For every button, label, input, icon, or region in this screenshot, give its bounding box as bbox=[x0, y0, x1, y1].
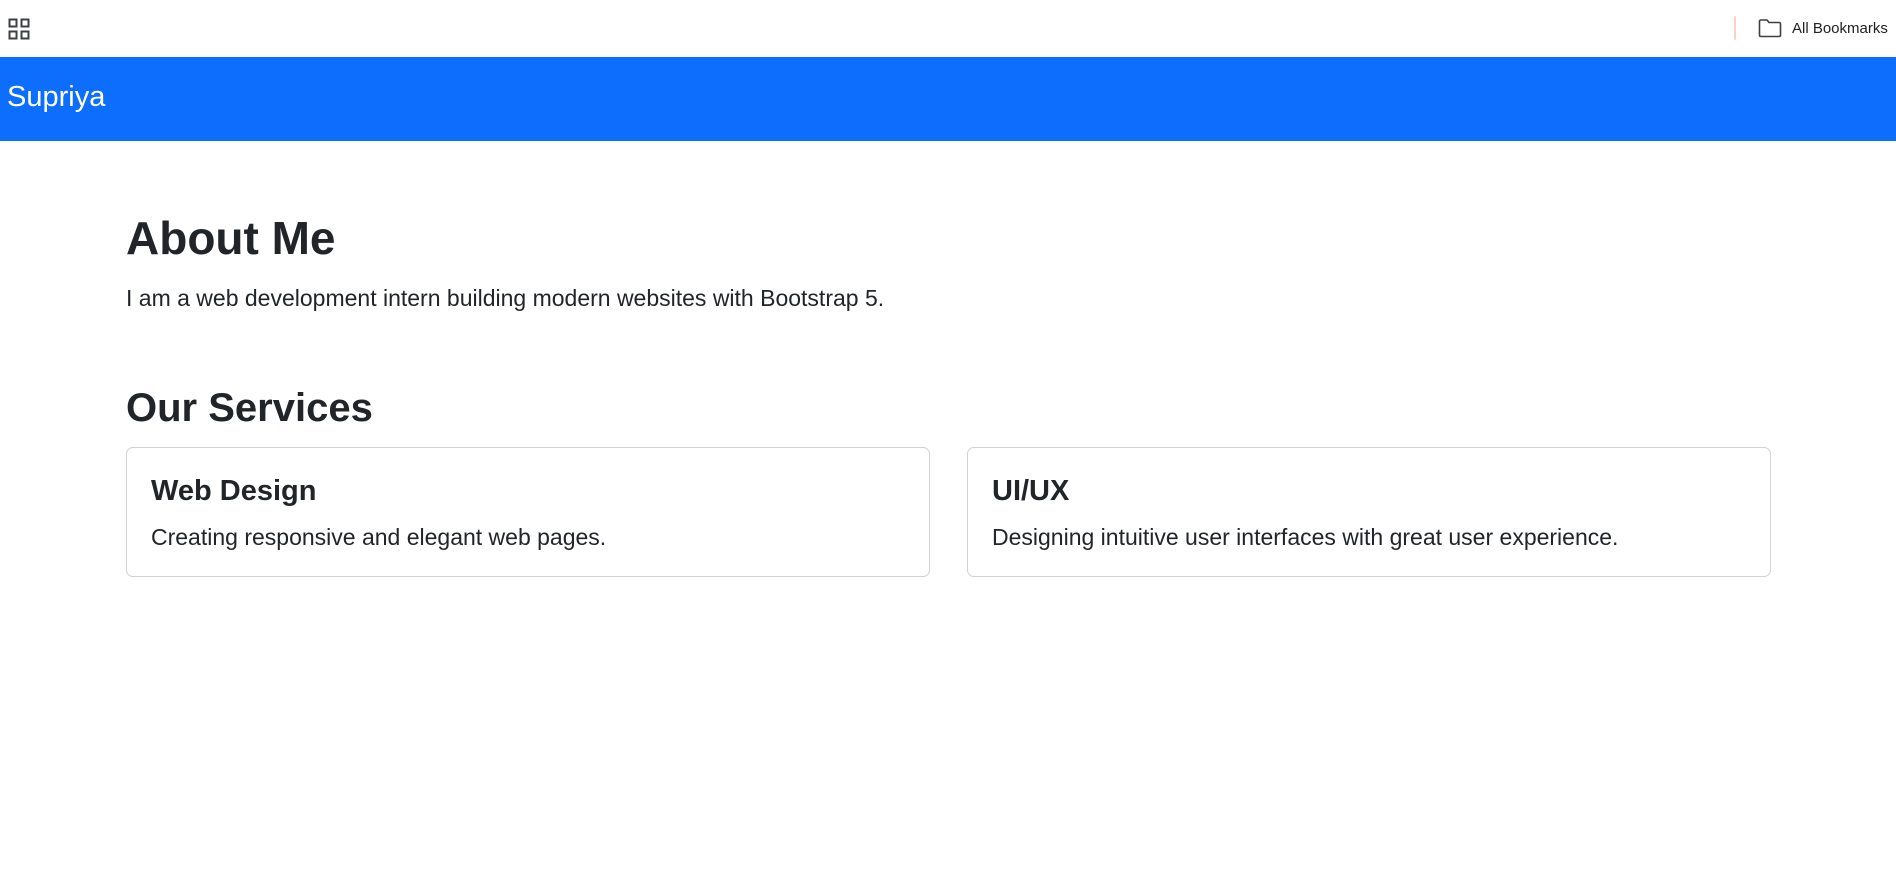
card-title: UI/UX bbox=[992, 475, 1070, 507]
services-title: Our Services bbox=[126, 386, 373, 430]
card-title: Web Design bbox=[151, 475, 317, 507]
folder-icon bbox=[1758, 18, 1782, 38]
all-bookmarks-label: All Bookmarks bbox=[1792, 19, 1888, 37]
apps-grid-icon[interactable] bbox=[8, 18, 30, 40]
service-card-web-design: Web Design Creating responsive and elega… bbox=[126, 447, 930, 577]
navbar-brand[interactable]: Supriya bbox=[7, 81, 105, 114]
about-text: I am a web development intern building m… bbox=[126, 285, 885, 311]
bookmarks-divider bbox=[1734, 16, 1736, 40]
card-text: Designing intuitive user interfaces with… bbox=[992, 524, 1619, 550]
all-bookmarks-button[interactable]: All Bookmarks bbox=[1758, 15, 1888, 41]
about-title: About Me bbox=[126, 212, 336, 264]
card-text: Creating responsive and elegant web page… bbox=[151, 524, 607, 550]
bookmarks-bar: All Bookmarks bbox=[0, 0, 1896, 57]
service-card-ui-ux: UI/UX Designing intuitive user interface… bbox=[967, 447, 1771, 577]
navbar: Supriya bbox=[0, 57, 1896, 141]
